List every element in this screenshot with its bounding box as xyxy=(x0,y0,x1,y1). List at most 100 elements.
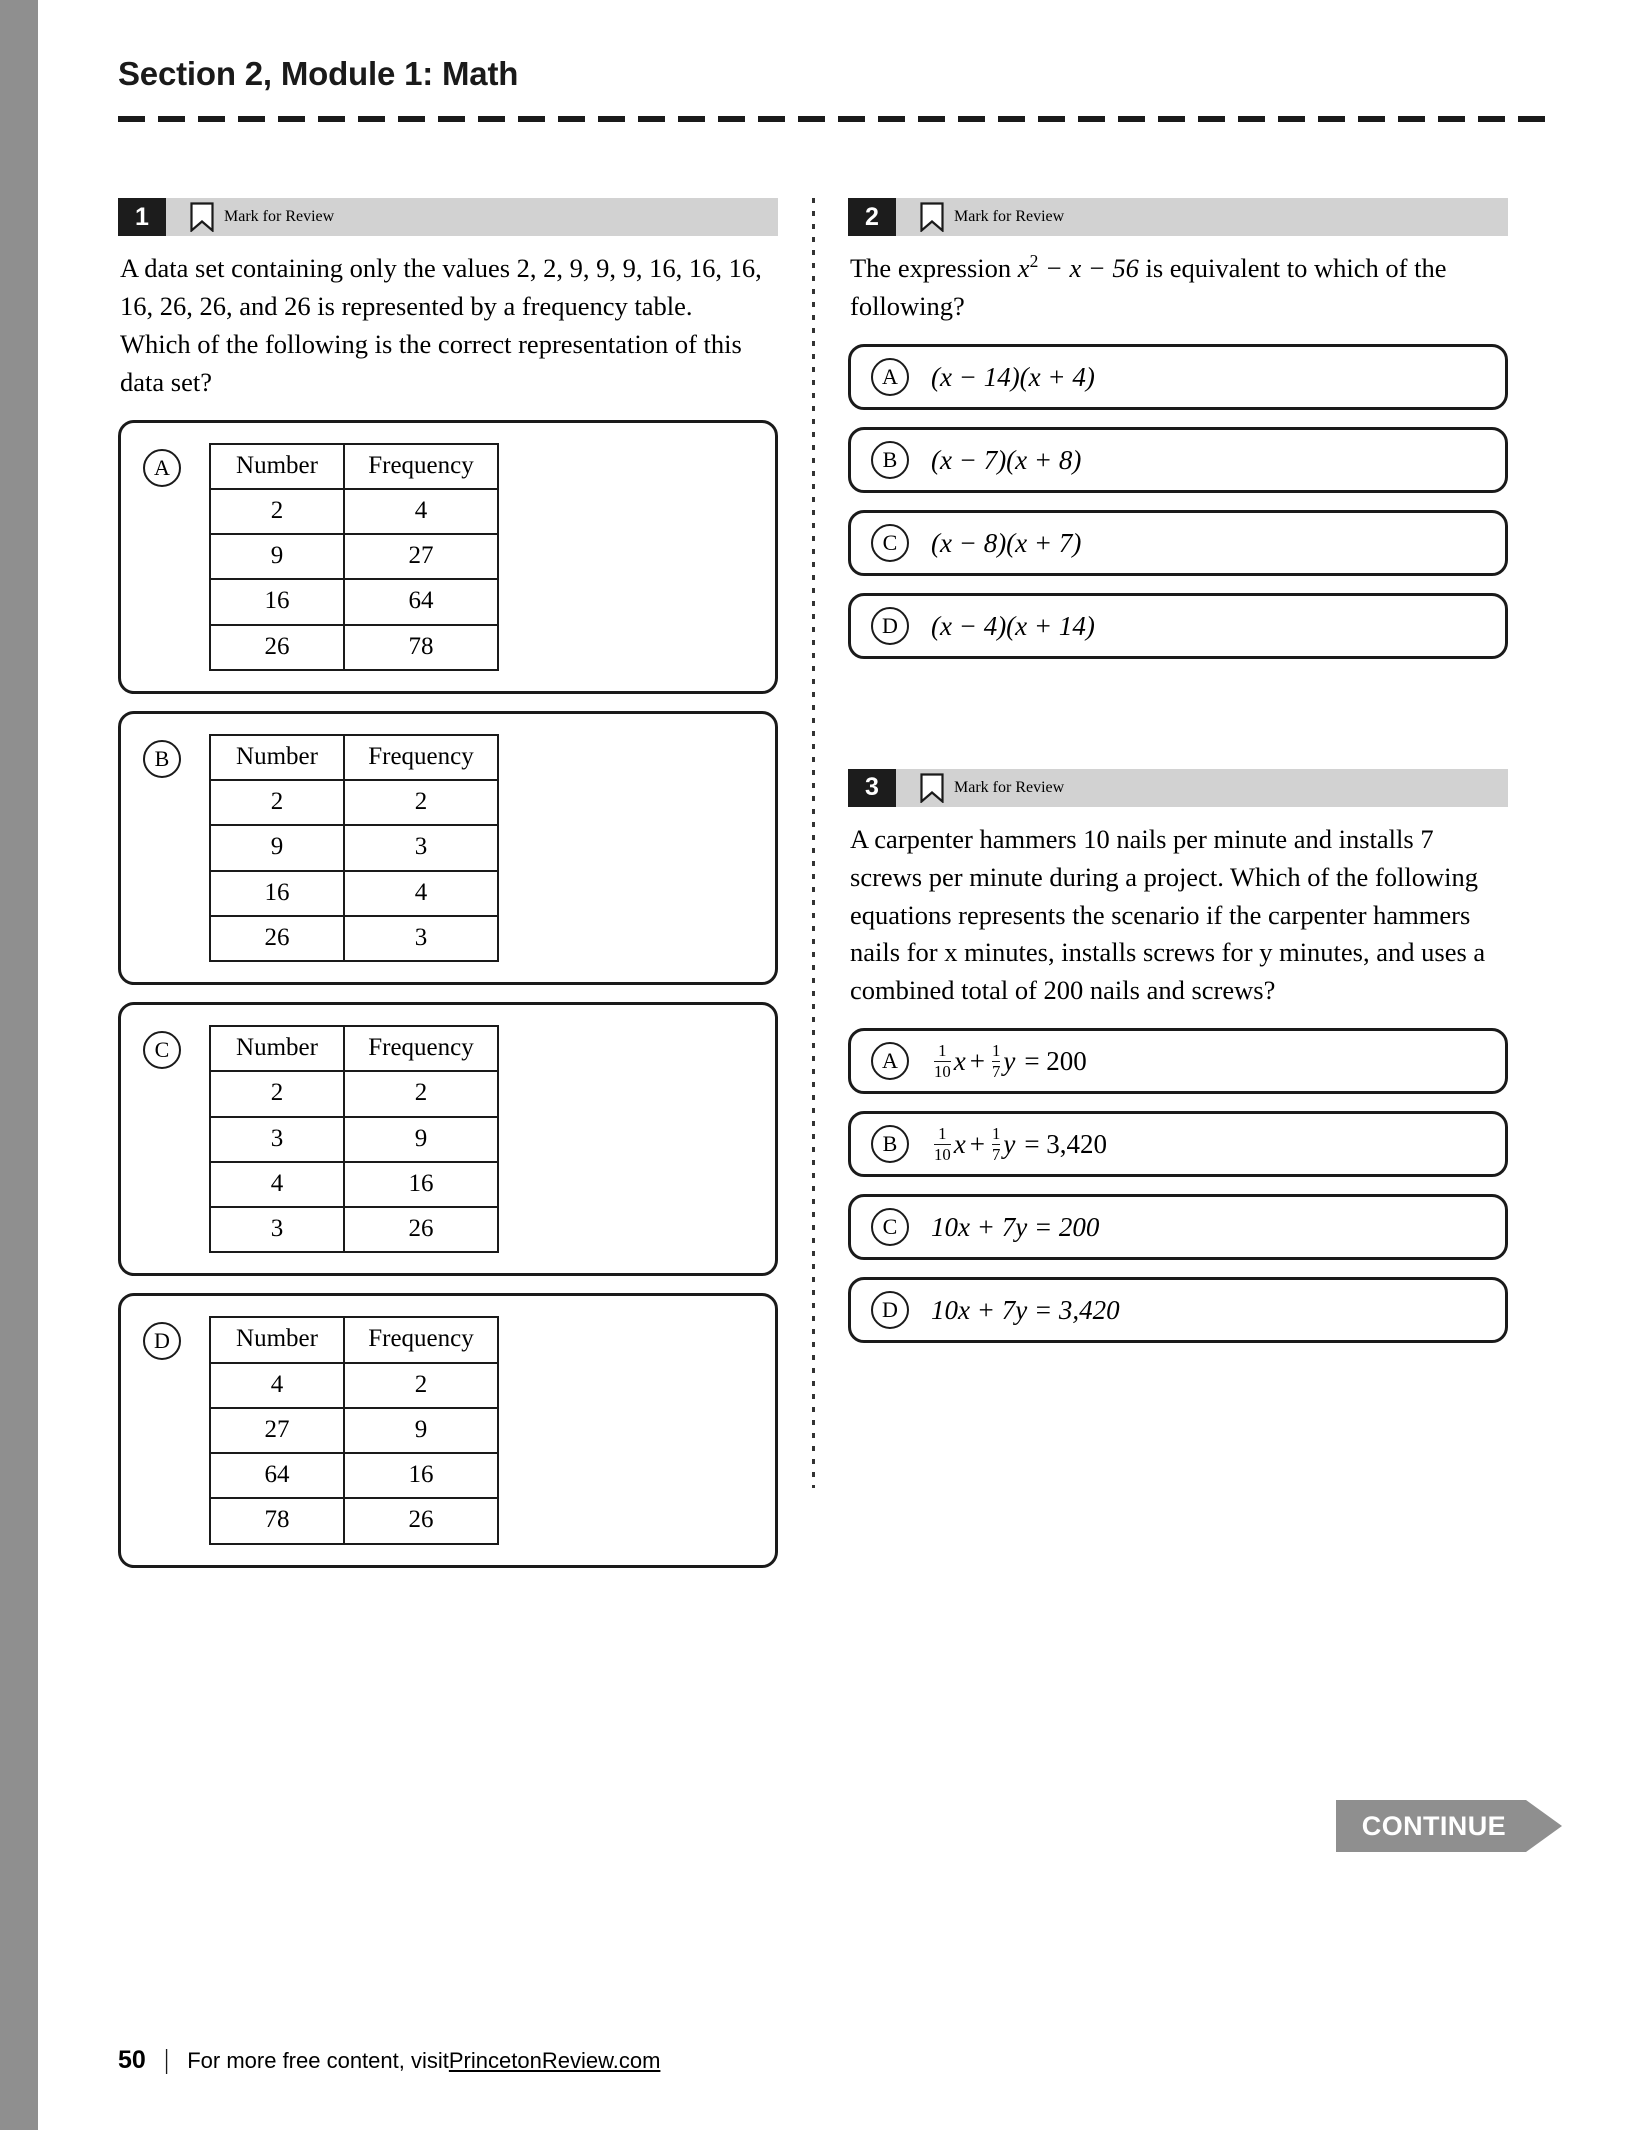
mark-for-review-1-button[interactable]: Mark for Review xyxy=(166,198,334,236)
choice-letter-d: D xyxy=(871,606,909,645)
choice-letter-c: C xyxy=(871,523,909,562)
choice-text: (x − 8)(x + 7) xyxy=(931,527,1082,558)
table-row: 9 3 xyxy=(209,824,499,872)
plus-sign: + xyxy=(969,1046,985,1077)
table-header-row: Number Frequency xyxy=(209,1025,499,1073)
continue-label: CONTINUE xyxy=(1335,1800,1526,1852)
mark-for-review-3-button[interactable]: Mark for Review xyxy=(896,769,1064,807)
table-row: 4 2 xyxy=(209,1361,499,1409)
cell-frequency: 9 xyxy=(343,1406,499,1455)
choice-equation: 10x + 7y = 200 xyxy=(931,1212,1100,1243)
fraction-one-seventh: 1 7 xyxy=(991,1123,1001,1164)
table-row: 2 2 xyxy=(209,1070,499,1118)
col-header-number: Number xyxy=(209,1025,345,1073)
question-1-choice-c[interactable]: C Number Frequency 2 2 3 9 4 16 3 26 xyxy=(118,1002,778,1277)
cell-number: 26 xyxy=(209,623,345,671)
cell-number: 27 xyxy=(209,1406,345,1455)
col-header-number: Number xyxy=(209,733,345,782)
question-2-choice-b[interactable]: B (x − 7)(x + 8) xyxy=(848,426,1508,493)
variable-x: x xyxy=(953,1046,966,1077)
q2-expr-exponent: 2 xyxy=(1029,251,1039,272)
question-3-choice-b[interactable]: B 1 10 x + 1 7 y = 3,420 xyxy=(848,1111,1508,1178)
q1-stem-part-2: and xyxy=(232,290,285,321)
cell-frequency: 2 xyxy=(343,1361,499,1409)
question-3-stem: A carpenter hammers 10 nails per minute … xyxy=(850,823,1486,1006)
question-3-header: 3 Mark for Review xyxy=(848,768,1508,807)
footer-link[interactable]: PrincetonReview.com xyxy=(449,2048,661,2074)
choice-text: (x − 14)(x + 4) xyxy=(931,361,1095,392)
cell-frequency: 26 xyxy=(343,1497,499,1545)
frequency-table-c: Number Frequency 2 2 3 9 4 16 3 26 xyxy=(209,1025,499,1254)
table-row: 16 64 xyxy=(209,578,499,626)
table-row: 16 4 xyxy=(209,869,499,917)
choice-letter-b: B xyxy=(871,1125,909,1164)
question-3-choice-d[interactable]: D 10x + 7y = 3,420 xyxy=(848,1277,1508,1344)
question-2-number: 2 xyxy=(848,198,896,236)
footer-text: For more free content, visit xyxy=(187,2048,449,2073)
question-3-choice-c[interactable]: C 10x + 7y = 200 xyxy=(848,1194,1508,1261)
table-row: 26 78 xyxy=(209,623,499,671)
choice-equation: 1 10 x + 1 7 y = 200 xyxy=(931,1040,1485,1081)
fraction-denominator: 10 xyxy=(934,1143,951,1164)
question-2-choice-a[interactable]: A (x − 14)(x + 4) xyxy=(848,343,1508,410)
cell-number: 4 xyxy=(209,1160,345,1209)
fraction-numerator: 1 xyxy=(991,1123,1001,1143)
variable-y: y xyxy=(1003,1129,1016,1160)
choice-letter-b: B xyxy=(871,440,909,479)
table-row: 78 26 xyxy=(209,1497,499,1545)
plus-sign: + xyxy=(969,1129,985,1160)
cell-frequency: 3 xyxy=(343,914,499,963)
cell-frequency: 27 xyxy=(343,533,499,581)
page-left-gutter xyxy=(0,0,38,2130)
mark-for-review-1-label: Mark for Review xyxy=(224,208,335,225)
cell-frequency: 2 xyxy=(343,779,499,827)
mark-for-review-2-button[interactable]: Mark for Review xyxy=(896,198,1064,236)
question-1-choice-a[interactable]: A Number Frequency 2 4 9 27 16 64 26 78 xyxy=(118,419,778,694)
question-3-choice-a[interactable]: A 1 10 x + 1 7 y = 200 xyxy=(848,1028,1508,1095)
choice-equation: 10x + 7y = 3,420 xyxy=(931,1295,1120,1326)
fraction-denominator: 7 xyxy=(991,1143,1001,1164)
question-2-choice-d[interactable]: D (x − 4)(x + 14) xyxy=(848,592,1508,659)
q1-stem-part-0: A data set containing only the values xyxy=(120,253,517,283)
page-number: 50 xyxy=(118,2046,146,2074)
choice-equation: 1 10 x + 1 7 y = 3,420 xyxy=(931,1123,1485,1164)
table-header-row: Number Frequency xyxy=(209,442,499,490)
table-row: 9 27 xyxy=(209,533,499,581)
question-1-choice-b[interactable]: B Number Frequency 2 2 9 3 16 4 26 3 xyxy=(118,710,778,986)
continue-button[interactable]: CONTINUE xyxy=(1335,1800,1562,1852)
cell-number: 78 xyxy=(209,1497,345,1545)
cell-number: 9 xyxy=(209,533,345,581)
table-row: 3 9 xyxy=(209,1115,499,1163)
choice-text: (x − 7)(x + 8) xyxy=(931,444,1082,475)
equation-result: = 3,420 xyxy=(1024,1129,1108,1160)
header-dashed-rule xyxy=(118,116,1558,122)
cell-number: 3 xyxy=(209,1115,345,1163)
column-divider xyxy=(812,198,815,1488)
choice-letter-a: A xyxy=(143,448,181,487)
cell-frequency: 9 xyxy=(343,1115,499,1163)
cell-frequency: 16 xyxy=(343,1452,499,1500)
cell-frequency: 16 xyxy=(343,1160,499,1209)
bookmark-icon xyxy=(920,773,944,803)
fraction-one-seventh: 1 7 xyxy=(991,1040,1001,1081)
question-2-choice-c[interactable]: C (x − 8)(x + 7) xyxy=(848,509,1508,576)
choice-letter-c: C xyxy=(143,1031,181,1070)
arrow-right-icon xyxy=(1526,1800,1562,1852)
q2-expr-base: x xyxy=(1017,253,1030,283)
col-header-number: Number xyxy=(209,1316,345,1364)
fraction-one-tenth: 1 10 xyxy=(934,1041,951,1081)
col-header-frequency: Frequency xyxy=(343,1316,499,1364)
cell-frequency: 4 xyxy=(343,487,499,536)
cell-frequency: 64 xyxy=(343,578,499,626)
table-row: 3 26 xyxy=(209,1206,499,1254)
col-header-frequency: Frequency xyxy=(343,1025,499,1073)
table-row: 27 9 xyxy=(209,1406,499,1455)
fraction-numerator: 1 xyxy=(991,1040,1001,1060)
choice-letter-b: B xyxy=(143,739,181,778)
page-header: Section 2, Module 1: Math xyxy=(118,55,1558,122)
question-1-choice-d[interactable]: D Number Frequency 4 2 27 9 64 16 78 26 xyxy=(118,1293,778,1568)
cell-number: 26 xyxy=(209,914,345,963)
q2-expr-rest: − x − 56 xyxy=(1038,253,1139,283)
table-row: 64 16 xyxy=(209,1452,499,1500)
question-1-header: 1 Mark for Review xyxy=(118,198,778,236)
